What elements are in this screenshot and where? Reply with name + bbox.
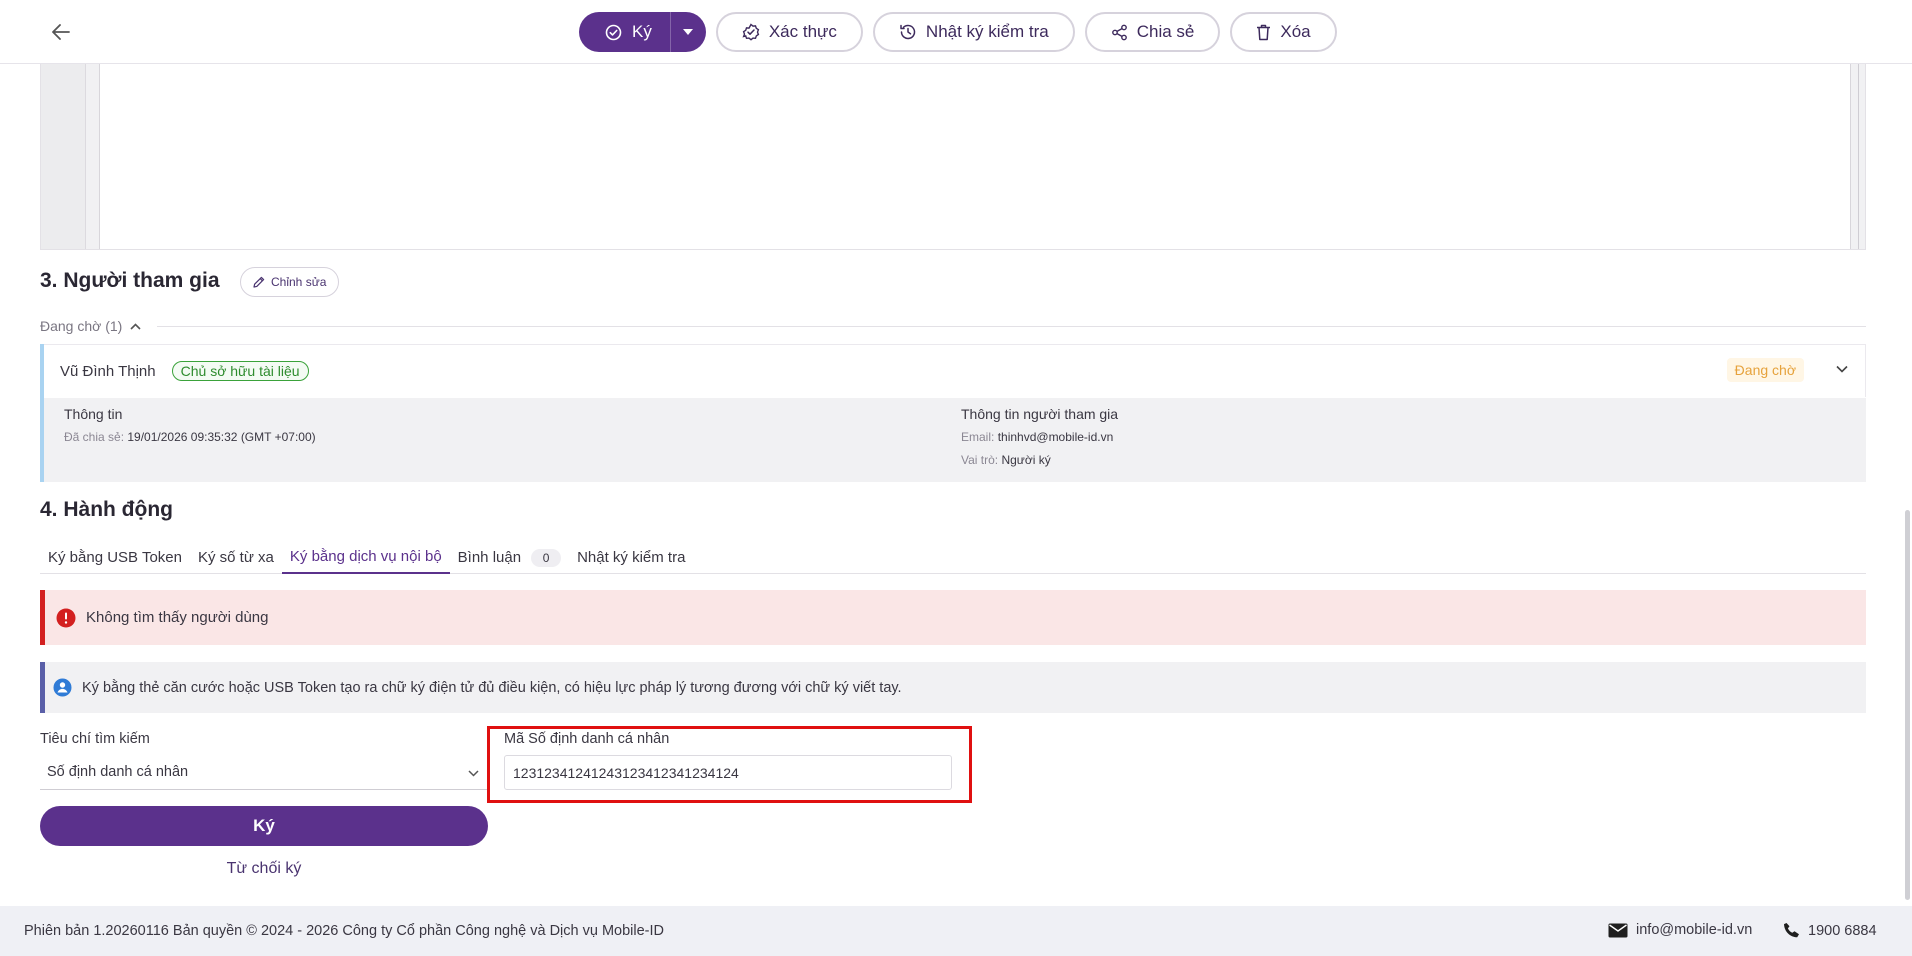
caret-down-icon [683, 29, 694, 35]
tab-audit-log-label: Nhật ký kiểm tra [577, 549, 686, 566]
edit-participants-label: Chỉnh sửa [271, 275, 327, 289]
info-heading: Thông tin [64, 406, 123, 422]
document-preview[interactable] [40, 64, 1866, 250]
audit-log-button[interactable]: Nhật ký kiểm tra [872, 12, 1075, 52]
actions-section-title: 4. Hành động [40, 498, 173, 521]
chevron-down-icon [1836, 365, 1848, 373]
copyright-text: Phiên bản 1.20260116 Bản quyền © 2024 - … [24, 923, 664, 939]
pending-group-label: Đang chờ (1) [40, 318, 123, 334]
tab-remote-sign-label: Ký số từ xa [197, 549, 274, 566]
footer: Phiên bản 1.20260116 Bản quyền © 2024 - … [0, 906, 1912, 956]
tab-internal-service[interactable]: Ký bằng dịch vụ nội bộ [281, 541, 450, 574]
arrow-left-icon [52, 24, 70, 40]
badge-check-icon [742, 23, 760, 41]
action-toolbar: Ký Xác thực Nhật ký kiểm tra Chia sẻ Xóa [579, 12, 1337, 52]
role-label: Vai trò: [961, 453, 999, 467]
tab-comments-label: Bình luận [457, 549, 522, 566]
preview-scrollbar[interactable] [1858, 64, 1859, 249]
email-value: thinhvd@mobile-id.vn [997, 430, 1114, 444]
participant-email: Email: thinhvd@mobile-id.vn [961, 430, 1118, 444]
participant-card-header[interactable]: Vũ Đình Thịnh Chủ sở hữu tài liệu Đang c… [44, 344, 1866, 397]
page-scrollbar[interactable] [1905, 510, 1910, 900]
shared-date: Đã chia sẻ: 19/01/2026 09:35:32 (GMT +07… [64, 430, 316, 444]
user-info-icon [53, 678, 72, 697]
shared-date-label: Đã chia sẻ: [64, 430, 125, 444]
footer-phone-text: 1900 6884 [1808, 922, 1877, 939]
participant-expand-toggle[interactable] [1836, 360, 1848, 378]
participant-card: Vũ Đình Thịnh Chủ sở hữu tài liệu Đang c… [40, 344, 1866, 482]
participant-role: Vai trò: Người ký [961, 453, 1118, 467]
tab-comments[interactable]: Bình luận 0 [450, 541, 569, 574]
comments-count-badge: 0 [531, 548, 562, 567]
sign-button[interactable]: Ký [579, 12, 670, 52]
sign-split-button: Ký [579, 12, 706, 52]
participant-info-column: Thông tin người tham gia Email: thinhvd@… [961, 406, 1118, 476]
email-label: Email: [961, 430, 995, 444]
sign-dropdown-toggle[interactable] [669, 12, 706, 52]
delete-button[interactable]: Xóa [1230, 12, 1337, 52]
personal-id-label: Mã Số định danh cá nhân [504, 731, 670, 747]
edit-participants-button[interactable]: Chỉnh sửa [240, 267, 340, 297]
error-alert: Không tìm thấy người dùng [40, 590, 1866, 645]
divider [157, 325, 1866, 327]
participants-section-title: 3. Người tham gia [40, 269, 220, 292]
info-column: Thông tin Đã chia sẻ: 19/01/2026 09:35:3… [64, 406, 316, 453]
delete-button-label: Xóa [1280, 22, 1311, 41]
footer-email-text: info@mobile-id.vn [1636, 922, 1753, 938]
pencil-icon [253, 276, 265, 288]
pending-group-header: Đang chờ (1) [40, 316, 1866, 336]
tab-internal-service-label: Ký bằng dịch vụ nội bộ [289, 548, 442, 565]
error-icon [56, 608, 76, 627]
action-tabs: Ký bằng USB Token Ký số từ xa Ký bằng dị… [40, 541, 1866, 574]
error-message: Không tìm thấy người dùng [86, 609, 269, 626]
top-toolbar: Ký Xác thực Nhật ký kiểm tra Chia sẻ Xóa [0, 0, 1912, 64]
info-alert: Ký bằng thẻ căn cước hoặc USB Token tạo … [40, 662, 1866, 713]
share-icon [1111, 24, 1127, 40]
trash-icon [1257, 24, 1271, 40]
sign-button-label: Ký [632, 22, 652, 41]
shared-date-value: 19/01/2026 09:35:32 (GMT +07:00) [127, 430, 316, 444]
tab-audit-log[interactable]: Nhật ký kiểm tra [569, 541, 693, 574]
participant-name: Vũ Đình Thịnh [60, 362, 156, 380]
share-button-label: Chia sẻ [1136, 22, 1195, 41]
audit-log-button-label: Nhật ký kiểm tra [925, 22, 1049, 41]
chevron-up-icon [130, 322, 141, 330]
info-message: Ký bằng thẻ căn cước hoặc USB Token tạo … [82, 679, 902, 696]
status-badge: Đang chờ [1726, 358, 1804, 382]
document-page [99, 64, 1851, 249]
share-button[interactable]: Chia sẻ [1084, 12, 1221, 52]
search-criteria-select[interactable]: Số định danh cá nhân [40, 755, 487, 790]
role-value: Người ký [1001, 453, 1051, 467]
participant-details: Thông tin Đã chia sẻ: 19/01/2026 09:35:3… [44, 398, 1866, 482]
personal-id-input[interactable] [504, 755, 952, 790]
check-circle-icon [605, 24, 622, 40]
owner-badge: Chủ sở hữu tài liệu [171, 361, 309, 381]
back-button[interactable] [44, 16, 78, 48]
mail-icon [1608, 923, 1628, 937]
tab-usb-token-label: Ký bằng USB Token [48, 549, 182, 566]
pending-group-toggle[interactable] [130, 322, 141, 330]
phone-icon [1784, 923, 1799, 938]
submit-sign-label: Ký [253, 816, 275, 835]
thumbnail-strip [41, 64, 86, 249]
search-criteria-value: Số định danh cá nhân [47, 764, 189, 780]
reject-sign-label: Từ chối ký [226, 860, 302, 877]
tab-remote-sign[interactable]: Ký số từ xa [190, 541, 282, 574]
chevron-down-icon [468, 770, 479, 777]
verify-button-label: Xác thực [768, 22, 837, 41]
verify-button[interactable]: Xác thực [715, 12, 863, 52]
search-criteria-label: Tiêu chí tìm kiếm [40, 731, 150, 747]
history-icon [900, 24, 916, 40]
reject-sign-link[interactable]: Từ chối ký [40, 860, 488, 878]
footer-email[interactable]: info@mobile-id.vn [1608, 922, 1752, 938]
tab-usb-token[interactable]: Ký bằng USB Token [40, 541, 190, 574]
footer-phone[interactable]: 1900 6884 [1783, 922, 1877, 939]
submit-sign-button[interactable]: Ký [40, 806, 488, 846]
participant-info-heading: Thông tin người tham gia [961, 406, 1119, 422]
